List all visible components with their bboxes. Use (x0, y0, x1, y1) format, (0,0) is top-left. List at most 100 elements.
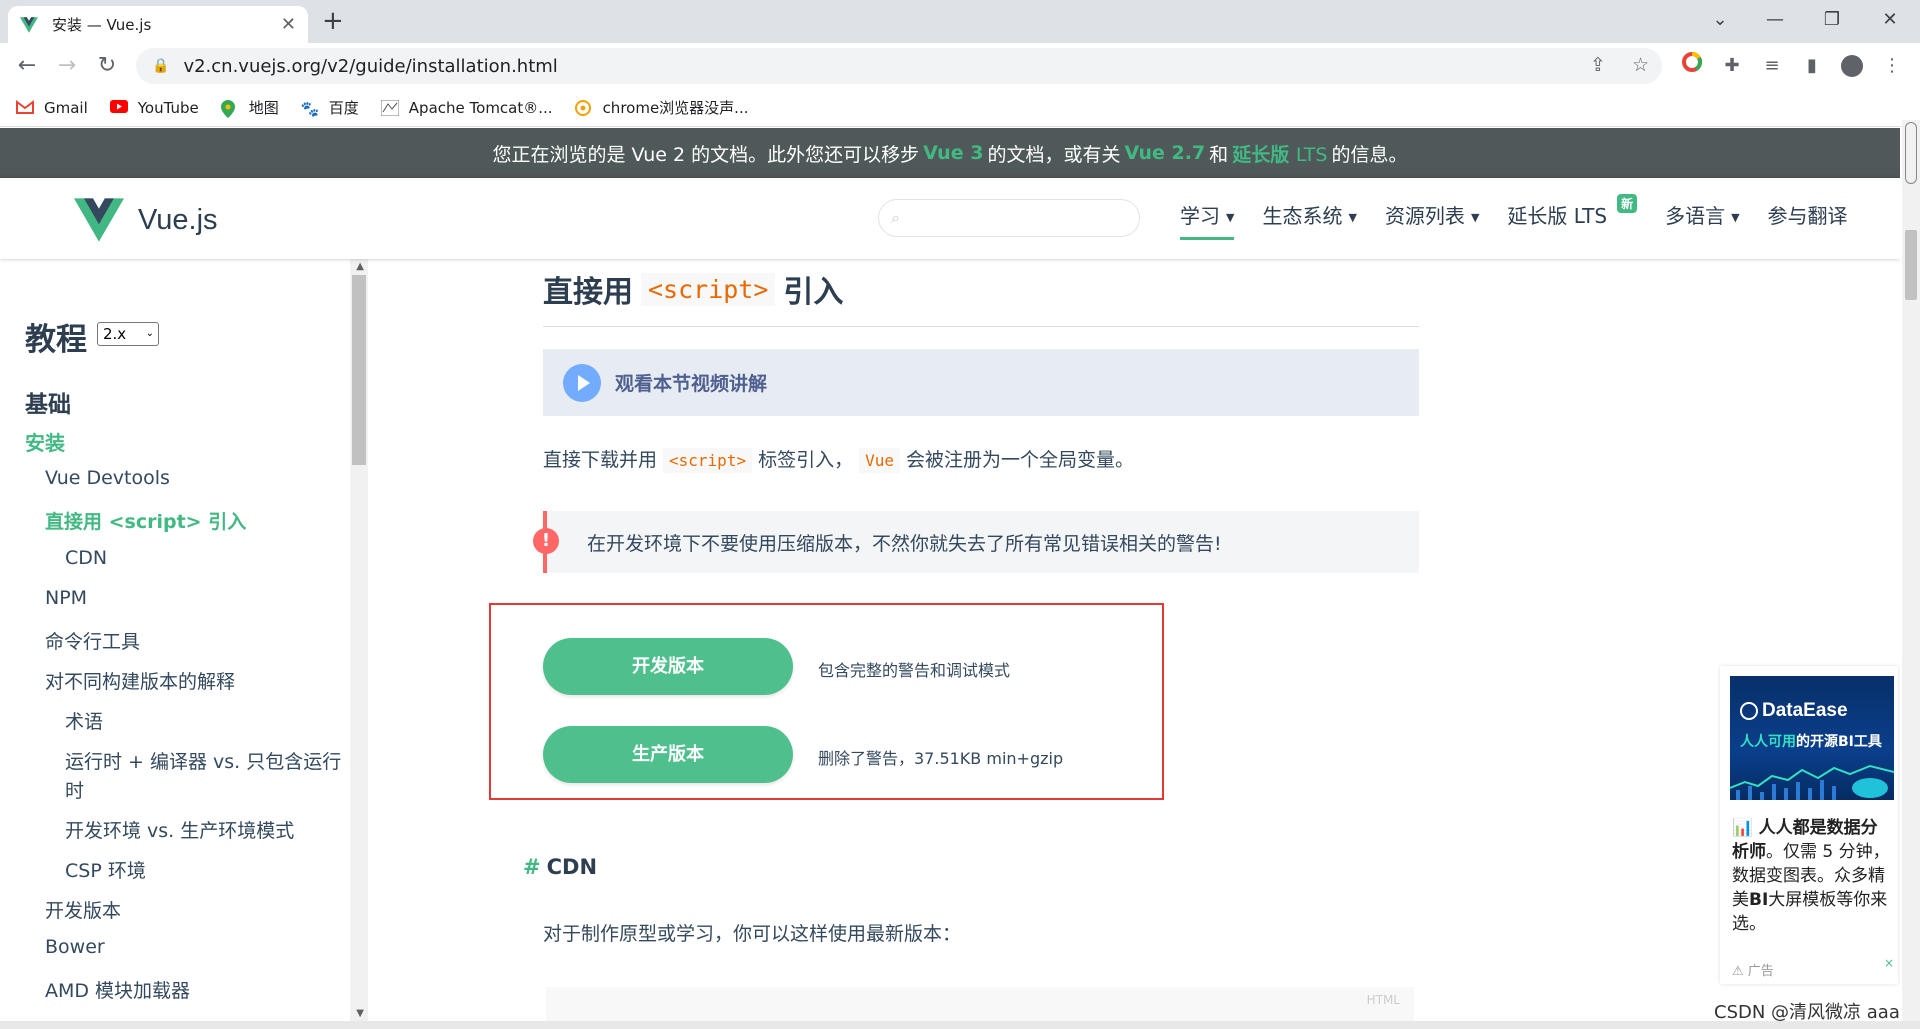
tab-search-icon[interactable]: ⌄ (1700, 4, 1740, 36)
page-viewport: 您正在浏览的是 Vue 2 的文档。此外您还可以移步 Vue 3 的文档，或有关… (0, 128, 1900, 1021)
anchor-link[interactable]: # (523, 855, 541, 879)
ad-slogan: 人人可用的开源BI工具 (1740, 734, 1882, 750)
sidebar-item-cdn[interactable]: CDN (65, 547, 107, 569)
sidebar-item-runtime[interactable]: 运行时 + 编译器 vs. 只包含运行 (65, 747, 341, 774)
cdn-paragraph: 对于制作原型或学习，你可以这样使用最新版本： (543, 923, 962, 945)
tab-close-icon[interactable]: ✕ (281, 14, 296, 35)
main-content: 直接用 <script> 引入 观看本节视频讲解 直接下载并用 <script> 标… (368, 259, 1900, 1021)
sidebar-item-csp[interactable]: CSP 环境 (65, 856, 146, 883)
lock-icon[interactable]: 🔒 (152, 58, 169, 74)
forward-button[interactable]: → (52, 51, 82, 81)
intro-paragraph: 直接下载并用 <script> 标签引入， Vue 会被注册为一个全局变量。 (543, 448, 1135, 473)
sidebar-item-builds[interactable]: 对不同构建版本的解释 (45, 667, 235, 694)
browser-titlebar: 安装 — Vue.js ✕ + ⌄ — ❐ ✕ (0, 0, 1920, 43)
ad-panel[interactable]: DataEase 人人可用的开源BI工具 📊 人人都是数据分析师。仅需 5 分钟… (1720, 666, 1898, 984)
profile-avatar[interactable] (1838, 52, 1866, 80)
sidebar-item-terms[interactable]: 术语 (65, 707, 103, 734)
site-search-input[interactable]: ⌕ (878, 199, 1140, 237)
restore-button[interactable]: ❐ (1812, 4, 1852, 36)
main-nav: 学习 ▼ 生态系统 ▼ 资源列表 ▼ 延长版 LTS 新 多语言 ▼ 参与翻译 (1180, 194, 1876, 240)
new-tab-button[interactable]: + (322, 6, 344, 36)
lts-link[interactable]: 延长版 LTS (1232, 140, 1327, 167)
sidebar: 教程 2.x ⌄ 基础 安装 Vue Devtools 直接用 <script> … (0, 259, 368, 1021)
minimize-button[interactable]: — (1755, 4, 1795, 36)
bookmark-youtube[interactable]: YouTube (109, 99, 199, 117)
share-icon[interactable]: ⇪ (1590, 54, 1606, 76)
ad-image[interactable]: DataEase 人人可用的开源BI工具 (1730, 676, 1894, 800)
chrome-extension-icon[interactable] (1678, 51, 1706, 80)
search-icon: ⌕ (891, 208, 900, 227)
sidebar-scroll-thumb[interactable] (352, 275, 366, 465)
warning-box: ! 在开发环境下不要使用压缩版本，不然你就失去了所有常见错误相关的警告! (533, 511, 1419, 573)
bookmarks-bar: Gmail YouTube 地图 🐾 百度 Apache Tomcat®... … (0, 89, 1920, 127)
media-control-icon[interactable]: ≡ (1758, 52, 1786, 80)
page-scrollbar[interactable] (1902, 120, 1920, 1021)
sidebar-item-cli[interactable]: 命令行工具 (45, 627, 140, 654)
baidu-icon: 🐾 (300, 99, 320, 118)
version-select[interactable]: 2.x ⌄ (97, 322, 159, 346)
vue-logo-icon (74, 198, 124, 242)
ad-brand: DataEase (1762, 700, 1848, 721)
chrome-bookmark-icon (574, 99, 593, 116)
bookmark-tomcat[interactable]: Apache Tomcat®... (380, 99, 553, 117)
vue3-link[interactable]: Vue 3 (923, 142, 983, 164)
version-banner: 您正在浏览的是 Vue 2 的文档。此外您还可以移步 Vue 3 的文档，或有关… (0, 128, 1900, 178)
chevron-down-icon: ⌄ (145, 328, 154, 339)
new-badge: 新 (1617, 194, 1638, 213)
bottom-bar (0, 1021, 1920, 1029)
address-bar[interactable]: 🔒 v2.cn.vuejs.org/v2/guide/installation.… (136, 48, 1662, 84)
sidebar-item-devtools[interactable]: Vue Devtools (45, 467, 170, 489)
bookmark-baidu[interactable]: 🐾 百度 (301, 97, 359, 118)
sidebar-scrollbar[interactable]: ▲ ▼ (350, 259, 368, 1021)
code-lang-label: HTML (1366, 993, 1400, 1007)
browser-tab[interactable]: 安装 — Vue.js ✕ (8, 6, 308, 43)
prod-version-button[interactable]: 生产版本 (543, 726, 793, 783)
back-button[interactable]: ← (12, 51, 42, 81)
vue-favicon-icon (20, 16, 38, 33)
prod-version-desc: 删除了警告，37.51KB min+gzip (818, 749, 1064, 768)
sidebar-item-install[interactable]: 安装 (25, 427, 65, 456)
sidebar-item-amd[interactable]: AMD 模块加载器 (45, 976, 190, 1003)
reload-button[interactable]: ↻ (92, 51, 122, 81)
dev-version-desc: 包含完整的警告和调试模式 (818, 661, 1011, 680)
vue27-link[interactable]: Vue 2.7 (1124, 142, 1205, 164)
nav-translate[interactable]: 参与翻译 (1768, 200, 1848, 240)
page-scroll-thumb[interactable] (1905, 230, 1917, 300)
page-title: 直接用 <script> 引入 (543, 272, 844, 310)
cdn-heading: # CDN (523, 855, 598, 879)
nav-lts[interactable]: 延长版 LTS 新 (1507, 194, 1638, 240)
sidebar-item-dev-prod[interactable]: 开发环境 vs. 生产环境模式 (65, 816, 294, 843)
sidebar-item-runtime-cont[interactable]: 时 (65, 776, 84, 803)
site-logo[interactable]: Vue.js (74, 198, 218, 242)
nav-ecosystem[interactable]: 生态系统 ▼ (1262, 200, 1356, 240)
bookmark-chrome-sound[interactable]: chrome浏览器没声... (574, 97, 748, 118)
sidebar-item-npm[interactable]: NPM (45, 587, 87, 609)
dev-version-button[interactable]: 开发版本 (543, 638, 793, 695)
close-window-button[interactable]: ✕ (1870, 4, 1910, 36)
sidebar-section: 基础 (25, 392, 71, 418)
bookmark-gmail[interactable]: Gmail (16, 99, 88, 117)
bookmark-star-icon[interactable]: ☆ (1632, 54, 1649, 76)
scroll-indicator (1905, 122, 1917, 184)
ad-text[interactable]: 📊 人人都是数据分析师。仅需 5 分钟，数据变图表。众多精美BI大屏模板等你来选… (1732, 816, 1892, 936)
video-lesson-link[interactable]: 观看本节视频讲解 (543, 349, 1419, 416)
code-block: HTML (546, 987, 1414, 1021)
side-panel-icon[interactable]: ▮ (1798, 52, 1826, 80)
dataease-logo-icon (1740, 702, 1758, 720)
ad-marker-icon: ⚠ (1732, 964, 1744, 979)
browser-toolbar: ← → ↻ 🔒 v2.cn.vuejs.org/v2/guide/install… (0, 43, 1920, 89)
nav-resources[interactable]: 资源列表 ▼ (1385, 200, 1479, 240)
menu-kebab-icon[interactable]: ⋮ (1878, 52, 1906, 80)
chart-emoji-icon: 📊 (1732, 818, 1754, 838)
sidebar-item-bower[interactable]: Bower (45, 936, 105, 958)
youtube-icon (109, 99, 128, 116)
nav-learn[interactable]: 学习 ▼ (1180, 200, 1235, 240)
sidebar-title: 教程 (25, 322, 87, 358)
ad-close-button[interactable]: × (1884, 956, 1894, 970)
sidebar-item-script[interactable]: 直接用 <script> 引入 (45, 507, 246, 534)
site-header: Vue.js ⌕ 学习 ▼ 生态系统 ▼ 资源列表 ▼ 延长版 LTS 新 多语言 ▼ 参… (0, 178, 1900, 259)
nav-languages[interactable]: 多语言 ▼ (1665, 200, 1739, 240)
extensions-puzzle-icon[interactable]: ✚ (1718, 52, 1746, 80)
sidebar-item-dev-build[interactable]: 开发版本 (45, 896, 121, 923)
bookmark-maps[interactable]: 地图 (220, 97, 279, 118)
